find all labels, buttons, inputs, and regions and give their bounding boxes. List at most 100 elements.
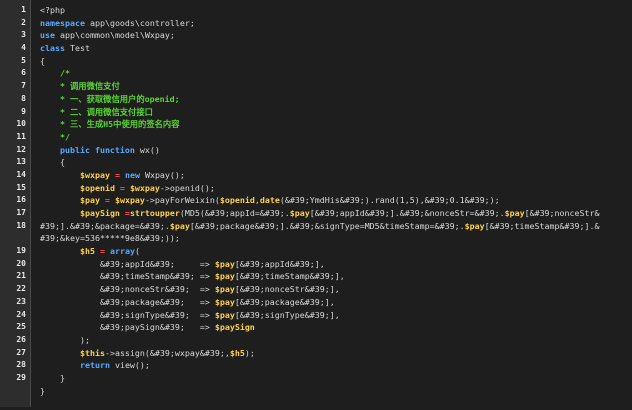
line-number-gutter: 1 2 3 4 5 6 7 8 9 10 11 12 13 14 15 16 17 18 19 20 21 22 23 24 2… bbox=[0, 0, 31, 407]
code-line: $pay = $wxpay->payForWeixin($openid,date… bbox=[40, 194, 632, 207]
line-number: 20 bbox=[16, 258, 26, 268]
code-token: $pay bbox=[214, 271, 235, 282]
code-token: $wxpay bbox=[129, 182, 160, 193]
code-line: namespace app\goods\controller; bbox=[40, 17, 632, 30]
code-line: { bbox=[40, 55, 632, 68]
code-line: &#39;timeStamp&#39; => $pay[&#39;timeSta… bbox=[40, 270, 632, 283]
code-token: [&#39;nonceStr& bbox=[524, 208, 600, 218]
line-number: 12 bbox=[16, 144, 26, 154]
code-token: ); bbox=[244, 347, 255, 358]
line-number: 18 bbox=[16, 220, 26, 230]
code-line: /* bbox=[40, 67, 632, 80]
code-token: [&#39;signType&#39;], bbox=[234, 309, 340, 320]
code-line: $paySign =strtoupper(MD5(&#39;appId=&#39… bbox=[40, 207, 632, 220]
code-line: ); bbox=[40, 334, 632, 347]
code-token: [&#39;package&#39;].&#39;&signType=MD5&t… bbox=[189, 220, 465, 231]
code-token: app\goods\controller; bbox=[84, 17, 195, 28]
line-number bbox=[0, 397, 26, 410]
code-line: &#39;appId&#39; => $pay[&#39;appId&#39;]… bbox=[40, 258, 632, 271]
line-number: 14 bbox=[16, 169, 26, 179]
code-line: &#39;package&#39; => $pay[&#39;package&#… bbox=[40, 296, 632, 309]
code-token: <?php bbox=[40, 5, 65, 15]
code-token: * 三、生成H5中使用的签名内容 bbox=[40, 119, 180, 130]
code-line: class Test bbox=[40, 42, 632, 55]
code-line: &#39;nonceStr&#39; => $pay[&#39;nonceStr… bbox=[40, 283, 632, 296]
code-token: $openid bbox=[219, 195, 255, 206]
code-token: $h5 bbox=[229, 347, 245, 358]
line-number: 2 bbox=[21, 17, 26, 27]
line-number: 27 bbox=[16, 347, 26, 357]
code-token: &#39;paySign&#39; => bbox=[40, 322, 215, 333]
code-token: class bbox=[40, 43, 65, 54]
code-token: &#39;appId&#39; => bbox=[40, 258, 215, 269]
code-line: #39;].&#39;&package=&#39;.$pay[&#39;pack… bbox=[40, 220, 632, 233]
code-line: */ bbox=[40, 131, 632, 144]
code-line: * 一、获取微信用户的openid; bbox=[40, 93, 632, 106]
line-number: 7 bbox=[21, 81, 26, 91]
code-token: { bbox=[40, 55, 45, 66]
code-token: $pay bbox=[214, 296, 235, 307]
code-token: = bbox=[119, 208, 130, 218]
gutter-divider bbox=[30, 0, 31, 407]
code-token: [&#39;appId&#39;].&#39;&nonceStr=&#39;. bbox=[309, 208, 505, 218]
code-line: &#39;signType&#39; => $pay[&#39;signType… bbox=[40, 309, 632, 322]
line-number: 8 bbox=[21, 93, 26, 103]
line-number: 23 bbox=[16, 296, 26, 306]
code-line: public function wx() bbox=[40, 144, 632, 157]
code-line: $this->assign(&#39;wxpay&#39;,$h5); bbox=[40, 347, 632, 360]
code-token: use bbox=[40, 30, 55, 41]
code-token: $paySign bbox=[214, 322, 255, 333]
line-number: 17 bbox=[16, 208, 26, 217]
code-token: $pay bbox=[79, 195, 100, 206]
code-line: $h5 = array( bbox=[40, 245, 632, 258]
code-token: app\common\model\Wxpay; bbox=[55, 30, 175, 41]
code-token: } bbox=[40, 372, 65, 383]
code-token: */ bbox=[40, 131, 70, 142]
code-token: = bbox=[109, 169, 125, 180]
code-token: return bbox=[79, 360, 110, 371]
code-token: wx() bbox=[134, 144, 160, 155]
line-number: 9 bbox=[21, 106, 26, 116]
code-token: ->openid(); bbox=[159, 182, 215, 193]
code-token: &#39;package&#39; => bbox=[40, 296, 215, 307]
code-line: <?php bbox=[40, 4, 632, 17]
code-token: ( bbox=[134, 246, 140, 257]
code-token: (&#39;YmdHis&#39;).rand(1,5),&#39;0.1&#3… bbox=[279, 195, 500, 206]
code-token: $pay bbox=[214, 258, 235, 269]
code-token: = bbox=[99, 195, 115, 206]
code-area[interactable]: <?php namespace app\goods\controller; use … bbox=[40, 4, 632, 397]
line-number: 10 bbox=[16, 119, 26, 129]
code-token: $h5 bbox=[79, 246, 95, 257]
code-line: #39;&key=536*****9e8&#39;)); bbox=[40, 232, 632, 245]
code-token: Wxpay(); bbox=[139, 169, 185, 180]
code-token: ->payForWeixin( bbox=[144, 195, 220, 206]
line-number: 26 bbox=[16, 334, 26, 344]
code-token: [&#39;timeStamp&#39;], bbox=[234, 271, 345, 282]
code-token: [&#39;package&#39;], bbox=[234, 296, 335, 307]
line-number: 19 bbox=[16, 246, 26, 256]
code-token: date bbox=[259, 195, 280, 206]
code-token: = bbox=[94, 246, 110, 257]
code-line: &#39;paySign&#39; => $paySign bbox=[40, 321, 632, 334]
code-token: Test bbox=[64, 43, 90, 54]
code-line: * 调用微信支付 bbox=[40, 80, 632, 93]
line-number: 15 bbox=[16, 182, 26, 192]
code-token: #39;&key=536*****9e8&#39;)); bbox=[40, 233, 180, 244]
code-line: * 二、调用微信支付接口 bbox=[40, 106, 632, 119]
code-token: { bbox=[40, 157, 65, 168]
code-token: $pay bbox=[504, 208, 525, 218]
line-number: 28 bbox=[16, 360, 26, 370]
code-line: return view(); bbox=[40, 359, 632, 372]
code-token: $this bbox=[79, 347, 105, 358]
code-token: * 一、获取微信用户的openid; bbox=[40, 93, 180, 104]
code-token: &#39;nonceStr&#39; => bbox=[40, 284, 215, 295]
code-editor[interactable]: 1 2 3 4 5 6 7 8 9 10 11 12 13 14 15 16 17 18 19 20 21 22 23 24 2… bbox=[0, 0, 632, 407]
code-line: use app\common\model\Wxpay; bbox=[40, 29, 632, 42]
